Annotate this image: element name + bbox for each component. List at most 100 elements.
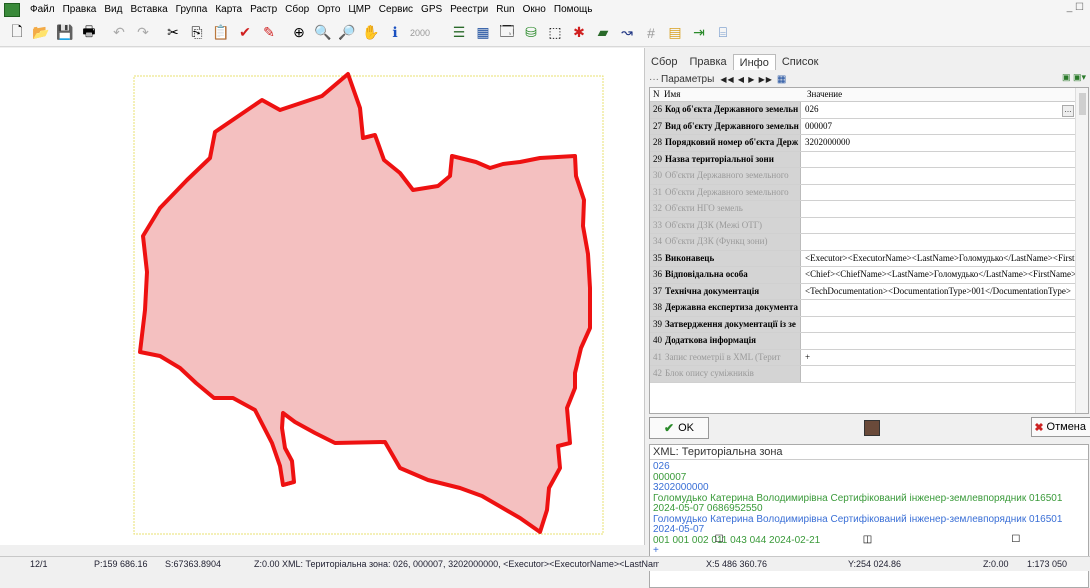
menu-item[interactable]: Реестри xyxy=(446,0,492,19)
menu-item[interactable]: Вид xyxy=(100,0,126,19)
menu-item[interactable]: Файл xyxy=(26,0,59,19)
scale-input[interactable] xyxy=(408,24,442,41)
menu-item[interactable]: Орто xyxy=(313,0,344,19)
territorial-zone-polygon[interactable] xyxy=(138,72,592,534)
zoom-extent-icon[interactable]: ⊕ xyxy=(288,22,310,44)
row-value[interactable] xyxy=(801,152,1088,168)
expand-icon[interactable]: ··· xyxy=(649,74,659,85)
menu-item[interactable]: Вставка xyxy=(126,0,171,19)
save-icon[interactable]: 💾 xyxy=(54,22,76,44)
table-icon[interactable]: ▦ xyxy=(472,22,494,44)
row-value[interactable] xyxy=(801,366,1088,382)
row-value[interactable] xyxy=(801,317,1088,333)
tools-icon[interactable]: ✱ xyxy=(568,22,590,44)
properties-icon[interactable]: 🗔 xyxy=(496,22,518,44)
zoom-out-icon[interactable]: 🔎 xyxy=(336,22,358,44)
report-icon[interactable]: ▤ xyxy=(664,22,686,44)
grid-scrollbar[interactable] xyxy=(1075,88,1088,413)
menu-item[interactable]: Сбор xyxy=(281,0,313,19)
undo-icon[interactable]: ↶ xyxy=(108,22,130,44)
cancel-button[interactable]: ✖ Отмена xyxy=(1031,417,1090,437)
table-row[interactable]: 40 Додаткова інформація xyxy=(650,333,1088,350)
ellipsis-button[interactable]: … xyxy=(1062,105,1074,117)
row-value[interactable] xyxy=(801,201,1088,217)
row-value[interactable]: + xyxy=(801,350,1088,366)
menu-item[interactable]: Сервис xyxy=(375,0,417,19)
paste-icon[interactable]: 📋 xyxy=(210,22,232,44)
view-1-icon[interactable]: ☐ xyxy=(715,535,724,546)
row-value[interactable]: 026 xyxy=(801,102,1088,118)
open-icon[interactable]: 📂 xyxy=(30,22,52,44)
layers-icon[interactable]: ☰ xyxy=(448,22,470,44)
xml-icon[interactable]: ⌸ xyxy=(712,22,734,44)
menu-item[interactable]: ЦМР xyxy=(344,0,374,19)
row-value[interactable]: <Chief><ChiefName><LastName>Голомудько</… xyxy=(801,267,1088,283)
map-canvas[interactable] xyxy=(0,48,645,545)
tab-info[interactable]: Инфо xyxy=(732,54,776,70)
row-value[interactable] xyxy=(801,300,1088,316)
info-icon[interactable]: ℹ xyxy=(384,22,406,44)
menu-item[interactable]: GPS xyxy=(417,0,446,19)
preview-icon[interactable] xyxy=(864,420,880,436)
export-icon[interactable]: ⇥ xyxy=(688,22,710,44)
ok-button[interactable]: ✔ OK xyxy=(649,417,709,439)
pen-icon[interactable]: ✎ xyxy=(258,22,280,44)
table-row[interactable]: 27 Вид об'єкту Державного земельн 000007 xyxy=(650,118,1088,135)
row-value[interactable] xyxy=(801,234,1088,250)
view-2-icon[interactable]: ◫ xyxy=(863,535,872,546)
table-row[interactable]: 28 Порядковий номер об'єкта Держ 320200000… xyxy=(650,135,1088,152)
table-row[interactable]: 37 Технічна документація <TechDocumentatio… xyxy=(650,283,1088,300)
table-row[interactable]: 38 Державна експертиза документа xyxy=(650,300,1088,317)
new-icon[interactable]: 🗋 xyxy=(6,22,28,44)
redo-icon[interactable]: ↷ xyxy=(132,22,154,44)
panel-tools-icon[interactable]: ▣ ▣▾ xyxy=(1062,72,1086,83)
check-icon[interactable]: ✔ xyxy=(234,22,256,44)
table-row[interactable]: 26 Код об'єкта Державного земельн 026 xyxy=(650,102,1088,119)
menu-item[interactable]: Карта xyxy=(211,0,246,19)
table-row[interactable]: 39 Затвердження документації із зе xyxy=(650,316,1088,333)
row-value[interactable] xyxy=(801,185,1088,201)
grid-view-icon[interactable]: ▦ xyxy=(777,74,786,85)
cut-icon[interactable]: ✂ xyxy=(162,22,184,44)
select-icon[interactable]: ⬚ xyxy=(544,22,566,44)
table-row[interactable]: 41 Запис геометрії в XML (Терит + xyxy=(650,349,1088,366)
header-value: Значение xyxy=(807,89,843,99)
scroll-thumb[interactable] xyxy=(1079,93,1086,115)
table-row[interactable]: 36 Відповідальна особа <Chief><ChiefName><… xyxy=(650,267,1088,284)
database-icon[interactable]: ⛁ xyxy=(520,22,542,44)
table-row[interactable]: 35 Виконавець <Executor><ExecutorName><Las… xyxy=(650,250,1088,267)
row-value[interactable]: 3202000000 xyxy=(801,135,1088,151)
tab-edit[interactable]: Правка xyxy=(683,54,732,70)
menu-item[interactable]: Группа xyxy=(172,0,212,19)
row-value[interactable] xyxy=(801,333,1088,349)
row-value[interactable]: 000007 xyxy=(801,119,1088,135)
table-row[interactable]: 31 Об'єкти Державного земельного xyxy=(650,184,1088,201)
grid-icon[interactable]: # xyxy=(640,22,662,44)
table-row[interactable]: 42 Блок опису суміжників xyxy=(650,366,1088,383)
pan-icon[interactable]: ✋ xyxy=(360,22,382,44)
tab-list[interactable]: Список xyxy=(776,54,825,70)
view-3-icon[interactable]: ☐ xyxy=(1011,535,1020,546)
print-icon[interactable]: 🖶 xyxy=(78,22,100,44)
menu-item[interactable]: Растр xyxy=(246,0,281,19)
row-value[interactable]: <TechDocumentation><DocumentationType>00… xyxy=(801,284,1088,300)
menu-item[interactable]: Помощь xyxy=(550,0,597,19)
table-row[interactable]: 30 Об'єкти Державного земельного xyxy=(650,168,1088,185)
menu-item[interactable]: Run xyxy=(492,0,518,19)
topology-icon[interactable]: ▰ xyxy=(592,22,614,44)
table-row[interactable]: 33 Об'єкти ДЗК (Межі ОТГ) xyxy=(650,217,1088,234)
tab-collect[interactable]: Сбор xyxy=(645,54,683,70)
curve-icon[interactable]: ↝ xyxy=(616,22,638,44)
menu-item[interactable]: Правка xyxy=(59,0,101,19)
row-value[interactable] xyxy=(801,168,1088,184)
zoom-in-icon[interactable]: 🔍 xyxy=(312,22,334,44)
table-row[interactable]: 29 Назва територіальної зони xyxy=(650,151,1088,168)
row-value[interactable] xyxy=(801,218,1088,234)
copy-icon[interactable]: ⎘ xyxy=(186,22,208,44)
table-row[interactable]: 34 Об'єкти ДЗК (Функц зони) xyxy=(650,234,1088,251)
record-nav[interactable]: ◀◀ ◀ ▶ ▶▶ xyxy=(720,75,773,84)
table-row[interactable]: 32 Об'єкти НГО земель xyxy=(650,201,1088,218)
row-value[interactable]: <Executor><ExecutorName><LastName>Голому… xyxy=(801,251,1088,267)
menu-item[interactable]: Окно xyxy=(519,0,550,19)
window-controls[interactable]: _ ☐ xyxy=(1067,2,1084,13)
